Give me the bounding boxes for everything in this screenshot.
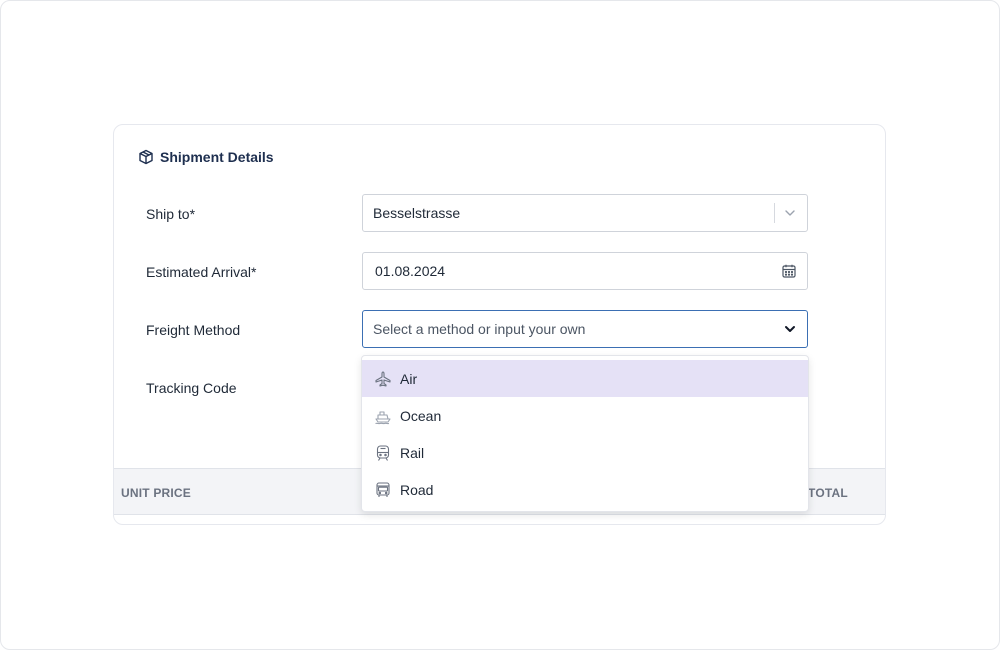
ship-icon (374, 407, 392, 425)
ship-to-label: Ship to* (146, 206, 196, 222)
tracking-code-label: Tracking Code (146, 380, 237, 396)
chevron-down-icon[interactable] (783, 206, 797, 220)
dropdown-option-label: Ocean (400, 407, 442, 424)
dropdown-option-label: Road (400, 481, 434, 498)
dropdown-option-ocean[interactable]: Ocean (362, 397, 808, 434)
dropdown-option-label: Rail (400, 444, 425, 461)
estimated-arrival-value: 01.08.2024 (375, 263, 446, 279)
column-header-unit-price: UNIT PRICE (121, 486, 192, 500)
card-header: Shipment Details (138, 147, 274, 167)
estimated-arrival-label: Estimated Arrival* (146, 264, 257, 280)
train-icon (374, 444, 392, 462)
dropdown-option-label: Air (400, 370, 418, 387)
column-header-total: TOTAL (808, 486, 848, 500)
select-separator (774, 203, 775, 223)
freight-method-dropdown: Air Ocean Rail Road (361, 355, 809, 512)
freight-method-combobox[interactable]: Select a method or input your own (362, 310, 808, 348)
freight-method-label: Freight Method (146, 322, 241, 338)
dropdown-option-air[interactable]: Air (362, 360, 808, 397)
chevron-down-icon[interactable] (783, 322, 797, 336)
package-icon (138, 149, 154, 165)
ship-to-value: Besselstrasse (373, 205, 461, 221)
estimated-arrival-date-input[interactable]: 01.08.2024 (362, 252, 808, 290)
dropdown-option-rail[interactable]: Rail (362, 434, 808, 471)
plane-icon (374, 370, 392, 388)
bus-icon (374, 481, 392, 499)
ship-to-select[interactable]: Besselstrasse (362, 194, 808, 232)
freight-method-placeholder: Select a method or input your own (373, 321, 586, 337)
card-title: Shipment Details (160, 149, 274, 165)
calendar-icon[interactable] (781, 263, 797, 279)
dropdown-option-road[interactable]: Road (362, 471, 808, 508)
